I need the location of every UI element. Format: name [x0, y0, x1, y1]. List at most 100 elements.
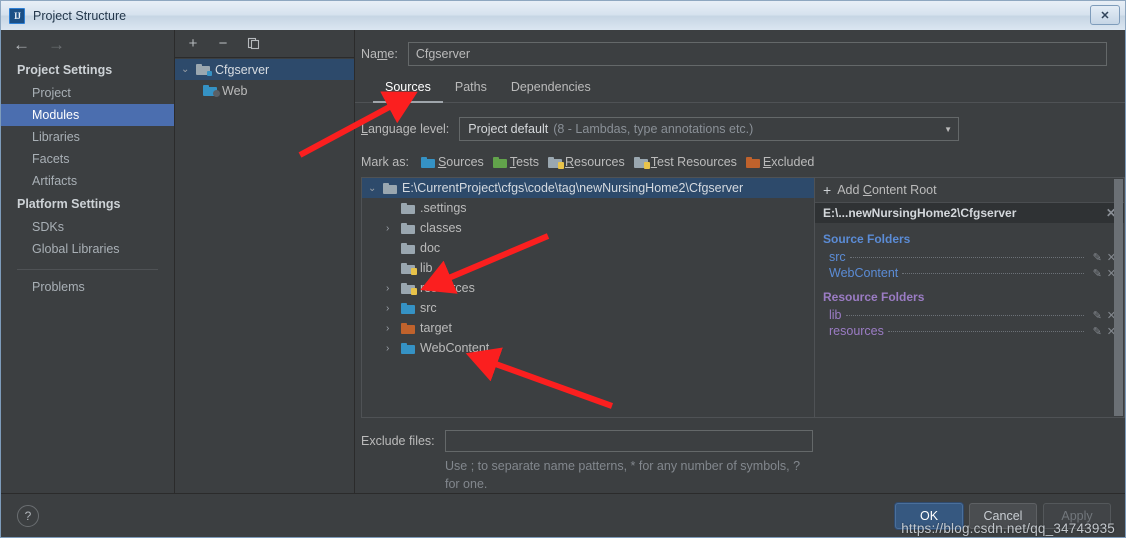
- module-tree-row[interactable]: ⌄ Cfgserver: [175, 59, 354, 80]
- sidebar-item-sdks[interactable]: SDKs: [1, 216, 174, 238]
- chevron-down-icon[interactable]: ⌄: [181, 64, 191, 75]
- module-tree-label: Cfgserver: [215, 62, 270, 77]
- folder-icon: [401, 242, 415, 254]
- add-module-button[interactable]: +: [185, 36, 201, 52]
- leader-dots: [849, 257, 1084, 258]
- mark-as-excluded[interactable]: Excluded: [745, 155, 815, 169]
- language-level-dropdown[interactable]: Project default (8 - Lambdas, type annot…: [459, 117, 959, 141]
- folder-entry-row[interactable]: lib ✎ ✕: [815, 307, 1124, 323]
- folder-icon: [383, 182, 397, 194]
- intellij-idea-icon: IJ: [9, 7, 25, 24]
- module-tree-row[interactable]: Web: [175, 80, 354, 101]
- mark-as-toolbar: Mark as: Sources Tests Resources Test Resou…: [355, 141, 1125, 177]
- folder-icon: [401, 302, 415, 314]
- chevron-right-icon[interactable]: ›: [386, 323, 396, 334]
- content-tree-row[interactable]: › resources: [362, 278, 814, 298]
- dialog-content: ← → Project Settings Project Modules Librar…: [1, 30, 1125, 493]
- dialog-body: ← → Project Settings Project Modules Librar…: [0, 30, 1126, 538]
- sidebar-divider: [17, 269, 158, 270]
- tab-sources[interactable]: Sources: [373, 74, 443, 103]
- help-icon[interactable]: ?: [17, 504, 39, 527]
- folder-icon: [203, 85, 220, 97]
- module-tree-label: Web: [222, 83, 248, 98]
- content-tree-label: target: [420, 321, 452, 335]
- folder-icon: [401, 282, 417, 295]
- content-tree-row[interactable]: › classes: [362, 218, 814, 238]
- sidebar-item-global-libraries[interactable]: Global Libraries: [1, 238, 174, 260]
- sidebar-item-libraries[interactable]: Libraries: [1, 126, 174, 148]
- folder-entry-row[interactable]: src ✎ ✕: [815, 249, 1124, 265]
- exclude-files-hint: Use ; to separate name patterns, * for a…: [445, 458, 801, 491]
- remove-module-button[interactable]: −: [215, 36, 231, 52]
- copy-module-button[interactable]: [245, 36, 261, 52]
- sidebar-item-modules[interactable]: Modules: [1, 104, 174, 126]
- mark-as-label: Tests: [509, 155, 539, 169]
- cancel-button[interactable]: Cancel: [969, 502, 1037, 529]
- content-tree-label: lib: [420, 261, 433, 275]
- content-root-tree: ⌄ E:\CurrentProject\cfgs\code\tag\newNurs…: [361, 177, 814, 418]
- forward-arrow-icon[interactable]: →: [48, 36, 65, 53]
- folder-icon: [492, 156, 507, 168]
- sidebar-item-artifacts[interactable]: Artifacts: [1, 170, 174, 192]
- edit-pencil-icon[interactable]: ✎: [1093, 325, 1102, 338]
- dialog-footer: ? OK Cancel Apply https://blog.csdn.net/qq…: [1, 493, 1125, 537]
- language-level-value: Project default: [468, 122, 549, 136]
- leader-dots: [887, 331, 1084, 332]
- sidebar-item-project[interactable]: Project: [1, 82, 174, 104]
- module-name-row: Name:: [355, 30, 1125, 74]
- content-tree-row[interactable]: lib: [362, 258, 814, 278]
- module-editor-panel: Name: SourcesPathsDependencies Language …: [355, 30, 1125, 493]
- chevron-right-icon[interactable]: ›: [386, 303, 396, 314]
- edit-pencil-icon[interactable]: ✎: [1093, 251, 1102, 264]
- mark-as-test-resources[interactable]: Test Resources: [633, 155, 737, 169]
- apply-button: Apply: [1043, 502, 1111, 529]
- exclude-files-input[interactable]: [444, 429, 813, 452]
- folder-icon: [745, 156, 760, 168]
- content-tree-row[interactable]: .settings: [362, 198, 814, 218]
- sidebar-item-facets[interactable]: Facets: [1, 148, 174, 170]
- chevron-down-icon[interactable]: ⌄: [368, 183, 378, 194]
- editor-tabs: Sources Paths Dependencies: [355, 74, 1125, 103]
- edit-pencil-icon[interactable]: ✎: [1093, 267, 1102, 280]
- content-tree-row[interactable]: › src: [362, 298, 814, 318]
- module-name-input[interactable]: [407, 42, 1107, 66]
- language-level-row: Language level: Project default (8 - Lam…: [355, 103, 1125, 141]
- mark-as-label: Excluded: [762, 155, 815, 169]
- sidebar-item-problems[interactable]: Problems: [1, 276, 174, 298]
- back-arrow-icon[interactable]: ←: [13, 36, 30, 53]
- right-panel-scrollbar[interactable]: [1114, 179, 1123, 416]
- copy-icon: [247, 37, 259, 50]
- project-structure-dialog: IJ Project Structure ✕ ← → Project Setti…: [0, 0, 1126, 538]
- chevron-right-icon[interactable]: ›: [386, 223, 396, 234]
- content-tree-row[interactable]: ⌄ E:\CurrentProject\cfgs\code\tag\newNurs…: [362, 178, 814, 198]
- folder-icon: [401, 322, 415, 334]
- folder-entry-row[interactable]: resources ✎ ✕: [815, 323, 1124, 339]
- folders-section-title: Source Folders: [823, 232, 911, 246]
- content-tree-row[interactable]: doc: [362, 238, 814, 258]
- tab-dependencies[interactable]: Dependencies: [499, 74, 603, 103]
- mark-as-label: Resources: [565, 155, 625, 169]
- chevron-right-icon[interactable]: ›: [386, 283, 396, 294]
- ok-button[interactable]: OK: [895, 502, 963, 529]
- leader-dots: [845, 315, 1084, 316]
- add-content-root-button[interactable]: + Add Content Root: [815, 178, 1124, 202]
- mark-as-resources[interactable]: Resources: [548, 155, 625, 169]
- mark-as-tests[interactable]: Tests: [492, 155, 539, 169]
- language-level-hint: (8 - Lambdas, type annotations etc.): [553, 122, 754, 136]
- tab-paths[interactable]: Paths: [443, 74, 499, 103]
- folder-entry-row[interactable]: WebContent ✎ ✕: [815, 265, 1124, 281]
- content-tree-row[interactable]: › target: [362, 318, 814, 338]
- content-tree-label: classes: [420, 221, 462, 235]
- window-title: Project Structure: [33, 8, 127, 23]
- content-tree-row[interactable]: › WebContent: [362, 338, 814, 358]
- close-icon[interactable]: ✕: [1090, 5, 1120, 25]
- sidebar-group-platform-settings: Platform Settings: [17, 197, 121, 211]
- folder-entry-name: resources: [829, 324, 884, 338]
- edit-pencil-icon[interactable]: ✎: [1093, 309, 1102, 322]
- folders-section-title: Resource Folders: [823, 290, 925, 304]
- exclude-files-section: Exclude files: Use ; to separate name pa…: [355, 418, 1125, 493]
- folder-icon: [401, 262, 417, 275]
- mark-as-sources[interactable]: Sources: [420, 155, 484, 169]
- content-tree-label: WebContent: [420, 341, 490, 355]
- chevron-right-icon[interactable]: ›: [386, 343, 396, 354]
